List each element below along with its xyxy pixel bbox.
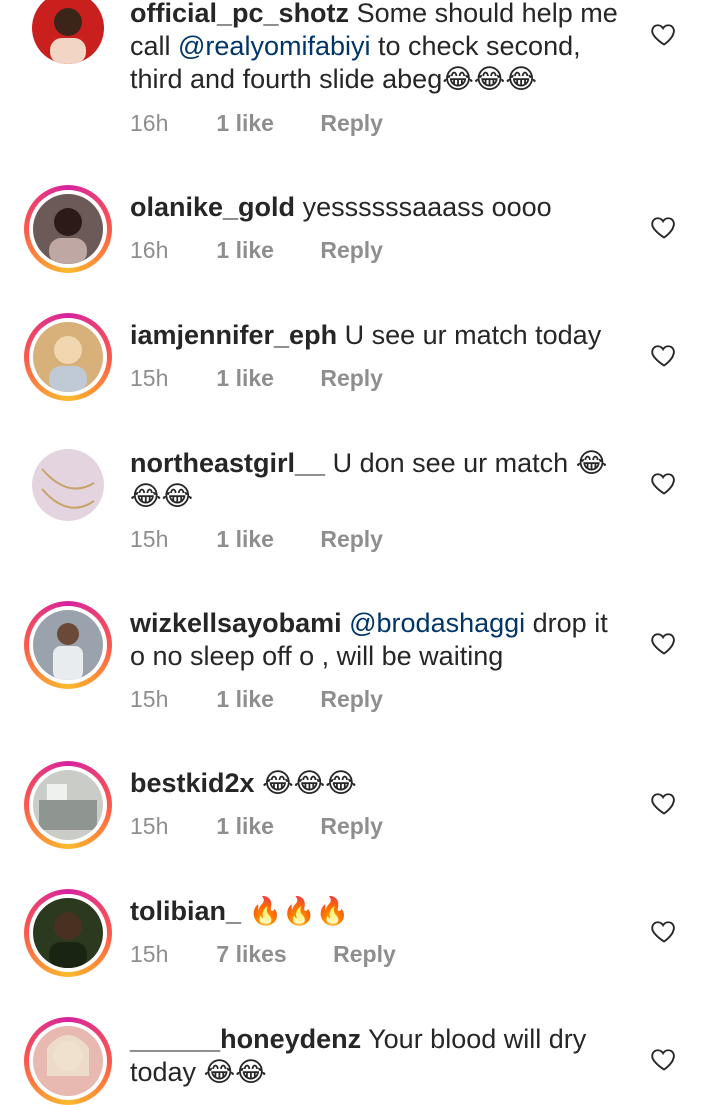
- comment-likes[interactable]: 1 like: [216, 110, 274, 137]
- avatar[interactable]: [24, 1017, 112, 1105]
- comment-time: 15h: [130, 526, 169, 552]
- reply-button[interactable]: Reply: [320, 526, 383, 553]
- avatar[interactable]: [24, 889, 112, 977]
- reply-button[interactable]: Reply: [320, 686, 383, 713]
- comment-likes[interactable]: 1 like: [216, 813, 274, 840]
- reply-button[interactable]: Reply: [320, 813, 383, 840]
- heart-outline-icon[interactable]: [650, 213, 678, 241]
- heart-outline-icon[interactable]: [650, 341, 678, 369]
- heart-outline-icon[interactable]: [650, 20, 678, 48]
- comment-time: 15h: [130, 941, 169, 967]
- avatar[interactable]: [24, 761, 112, 849]
- heart-outline-icon[interactable]: [650, 1045, 678, 1073]
- comment-emoji: 🔥🔥🔥: [248, 896, 350, 926]
- comment-time: 16h: [130, 237, 169, 263]
- comment-username[interactable]: bestkid2x: [130, 768, 255, 798]
- heart-outline-icon[interactable]: [650, 629, 678, 657]
- comment-username[interactable]: wizkellsayobami: [130, 608, 342, 638]
- comment-time: 16h: [130, 110, 169, 136]
- comment-likes[interactable]: 1 like: [216, 237, 274, 264]
- reply-button[interactable]: Reply: [320, 365, 383, 392]
- comment-text: U don see ur match: [332, 448, 569, 478]
- comment-time: 15h: [130, 813, 169, 839]
- heart-outline-icon[interactable]: [650, 917, 678, 945]
- comment-mention[interactable]: @brodashaggi: [349, 608, 525, 638]
- comment-username[interactable]: ______honeydenz: [130, 1024, 361, 1054]
- avatar[interactable]: [24, 313, 112, 401]
- comment-emoji: 😂😂😂: [262, 768, 357, 798]
- comment-text: U see ur match today: [344, 320, 602, 350]
- comment-username[interactable]: olanike_gold: [130, 192, 295, 222]
- comment-username[interactable]: iamjennifer_eph: [130, 320, 337, 350]
- comment-likes[interactable]: 1 like: [216, 686, 274, 713]
- comment-likes[interactable]: 7 likes: [216, 941, 286, 968]
- comment-mention[interactable]: @realyomifabiyi: [178, 31, 370, 61]
- avatar[interactable]: [24, 185, 112, 273]
- comment-time: 15h: [130, 686, 169, 712]
- reply-button[interactable]: Reply: [320, 110, 383, 137]
- comment-emoji: 😂😂😂: [442, 64, 537, 94]
- comment-time: 15h: [130, 365, 169, 391]
- comment-text: yessssssaaass oooo: [302, 192, 552, 222]
- comment-likes[interactable]: 1 like: [216, 526, 274, 553]
- comment-likes[interactable]: 1 like: [216, 365, 274, 392]
- avatar[interactable]: [24, 601, 112, 689]
- comment-username[interactable]: northeastgirl__: [130, 448, 325, 478]
- reply-button[interactable]: Reply: [320, 237, 383, 264]
- avatar[interactable]: [24, 441, 112, 529]
- comment-username[interactable]: tolibian_: [130, 896, 241, 926]
- avatar[interactable]: [24, 0, 112, 72]
- reply-button[interactable]: Reply: [333, 941, 396, 968]
- comment-emoji: 😂😂: [203, 1057, 267, 1087]
- heart-outline-icon[interactable]: [650, 469, 678, 497]
- comment-username[interactable]: official_pc_shotz: [130, 0, 349, 28]
- heart-outline-icon[interactable]: [650, 789, 678, 817]
